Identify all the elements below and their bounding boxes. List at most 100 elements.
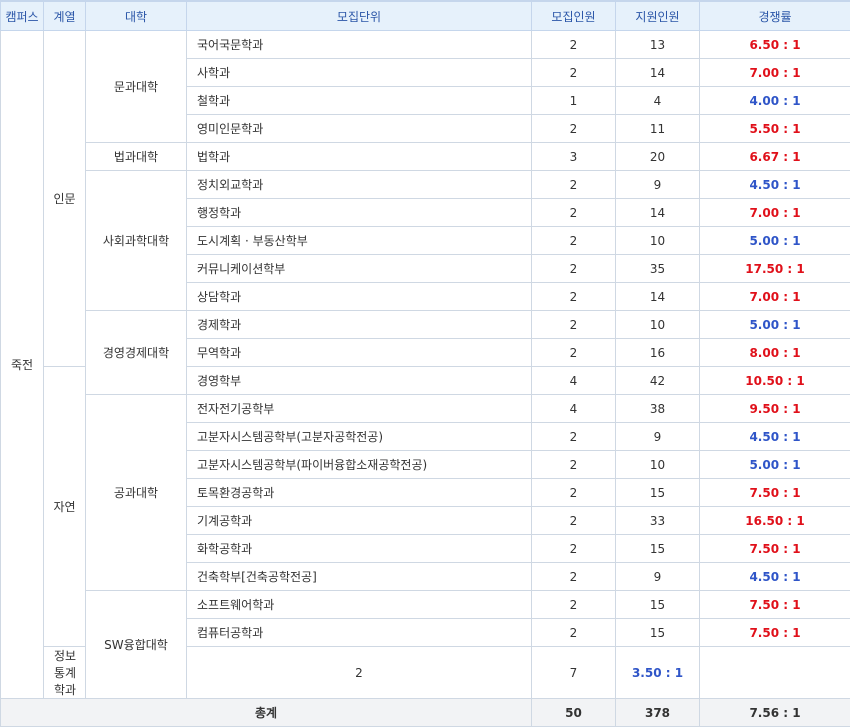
ratio-cell: 5.00 : 1 [700, 451, 850, 479]
college-cell: 경영경제대학 [86, 311, 187, 395]
applicants-cell: 10 [616, 451, 700, 479]
unit-cell: 상담학과 [187, 283, 532, 311]
college-cell: 공과대학 [86, 395, 187, 591]
ratio-cell: 6.67 : 1 [700, 143, 850, 171]
applicants-cell: 15 [616, 479, 700, 507]
ratio-cell: 7.50 : 1 [700, 479, 850, 507]
table-row: 공과대학전자전기공학부4389.50 : 1 [1, 395, 850, 423]
unit-cell: 정치외교학과 [187, 171, 532, 199]
quota-cell: 2 [532, 283, 616, 311]
header-quota: 모집인원 [532, 1, 616, 31]
unit-cell: 국어국문학과 [187, 31, 532, 59]
table-row: 경영경제대학경제학과2105.00 : 1 [1, 311, 850, 339]
quota-cell: 2 [532, 479, 616, 507]
quota-cell: 2 [187, 647, 532, 699]
unit-cell: 고분자시스템공학부(파이버융합소재공학전공) [187, 451, 532, 479]
applicants-cell: 10 [616, 311, 700, 339]
applicants-cell: 9 [616, 423, 700, 451]
applicants-cell: 14 [616, 59, 700, 87]
unit-cell: 철학과 [187, 87, 532, 115]
ratio-cell: 7.00 : 1 [700, 199, 850, 227]
header-college: 대학 [86, 1, 187, 31]
quota-cell: 2 [532, 31, 616, 59]
applicants-cell: 35 [616, 255, 700, 283]
unit-cell: 건축학부[건축공학전공] [187, 563, 532, 591]
quota-cell: 2 [532, 171, 616, 199]
header-unit: 모집단위 [187, 1, 532, 31]
applicants-cell: 7 [532, 647, 616, 699]
ratio-cell: 7.50 : 1 [700, 535, 850, 563]
quota-cell: 3 [532, 143, 616, 171]
unit-cell: 고분자시스템공학부(고분자공학전공) [187, 423, 532, 451]
table-row: 사회과학대학정치외교학과294.50 : 1 [1, 171, 850, 199]
quota-cell: 2 [532, 115, 616, 143]
quota-cell: 2 [532, 507, 616, 535]
unit-cell: 기계공학과 [187, 507, 532, 535]
quota-cell: 2 [532, 563, 616, 591]
table-row: 죽전인문문과대학국어국문학과2136.50 : 1 [1, 31, 850, 59]
college-cell: SW융합대학 [86, 591, 187, 699]
ratio-cell: 7.00 : 1 [700, 59, 850, 87]
quota-cell: 2 [532, 619, 616, 647]
unit-cell: 경제학과 [187, 311, 532, 339]
applicants-cell: 10 [616, 227, 700, 255]
ratio-cell: 16.50 : 1 [700, 507, 850, 535]
unit-cell: 소프트웨어학과 [187, 591, 532, 619]
series-cell: 자연 [44, 367, 86, 647]
ratio-cell: 9.50 : 1 [700, 395, 850, 423]
ratio-cell: 3.50 : 1 [616, 647, 700, 699]
total-row: 총계503787.56 : 1 [1, 699, 850, 727]
series-cell: 인문 [44, 31, 86, 367]
ratio-cell: 7.00 : 1 [700, 283, 850, 311]
applicants-cell: 42 [616, 367, 700, 395]
admission-results-table: 캠퍼스 계열 대학 모집단위 모집인원 지원인원 경쟁률 죽전인문문과대학국어국… [0, 0, 850, 727]
applicants-cell: 14 [616, 283, 700, 311]
applicants-cell: 15 [616, 619, 700, 647]
quota-cell: 2 [532, 423, 616, 451]
applicants-cell: 4 [616, 87, 700, 115]
college-cell: 사회과학대학 [86, 171, 187, 311]
header-campus: 캠퍼스 [1, 1, 44, 31]
unit-cell: 정보통계학과 [44, 647, 86, 699]
quota-cell: 2 [532, 591, 616, 619]
total-applicants: 378 [616, 699, 700, 727]
quota-cell: 2 [532, 339, 616, 367]
unit-cell: 경영학부 [187, 367, 532, 395]
college-cell: 법과대학 [86, 143, 187, 171]
unit-cell: 행정학과 [187, 199, 532, 227]
table-header-row: 캠퍼스 계열 대학 모집단위 모집인원 지원인원 경쟁률 [1, 1, 850, 31]
applicants-cell: 9 [616, 563, 700, 591]
unit-cell: 사학과 [187, 59, 532, 87]
ratio-cell: 4.50 : 1 [700, 563, 850, 591]
unit-cell: 도시계획 · 부동산학부 [187, 227, 532, 255]
table-row: SW융합대학소프트웨어학과2157.50 : 1 [1, 591, 850, 619]
ratio-cell: 5.00 : 1 [700, 311, 850, 339]
applicants-cell: 13 [616, 31, 700, 59]
applicants-cell: 15 [616, 591, 700, 619]
ratio-cell: 5.50 : 1 [700, 115, 850, 143]
ratio-cell: 4.50 : 1 [700, 171, 850, 199]
unit-cell: 법학과 [187, 143, 532, 171]
ratio-cell: 7.50 : 1 [700, 591, 850, 619]
unit-cell: 무역학과 [187, 339, 532, 367]
unit-cell: 토목환경공학과 [187, 479, 532, 507]
applicants-cell: 16 [616, 339, 700, 367]
header-applicants: 지원인원 [616, 1, 700, 31]
ratio-cell: 4.50 : 1 [700, 423, 850, 451]
applicants-cell: 11 [616, 115, 700, 143]
quota-cell: 2 [532, 199, 616, 227]
quota-cell: 2 [532, 311, 616, 339]
ratio-cell: 4.00 : 1 [700, 87, 850, 115]
table-row: 법과대학법학과3206.67 : 1 [1, 143, 850, 171]
campus-cell: 죽전 [1, 31, 44, 699]
college-cell: 문과대학 [86, 31, 187, 143]
ratio-cell: 8.00 : 1 [700, 339, 850, 367]
quota-cell: 2 [532, 59, 616, 87]
applicants-cell: 9 [616, 171, 700, 199]
quota-cell: 2 [532, 535, 616, 563]
unit-cell: 전자전기공학부 [187, 395, 532, 423]
unit-cell: 영미인문학과 [187, 115, 532, 143]
quota-cell: 4 [532, 395, 616, 423]
unit-cell: 화학공학과 [187, 535, 532, 563]
ratio-cell: 7.50 : 1 [700, 619, 850, 647]
